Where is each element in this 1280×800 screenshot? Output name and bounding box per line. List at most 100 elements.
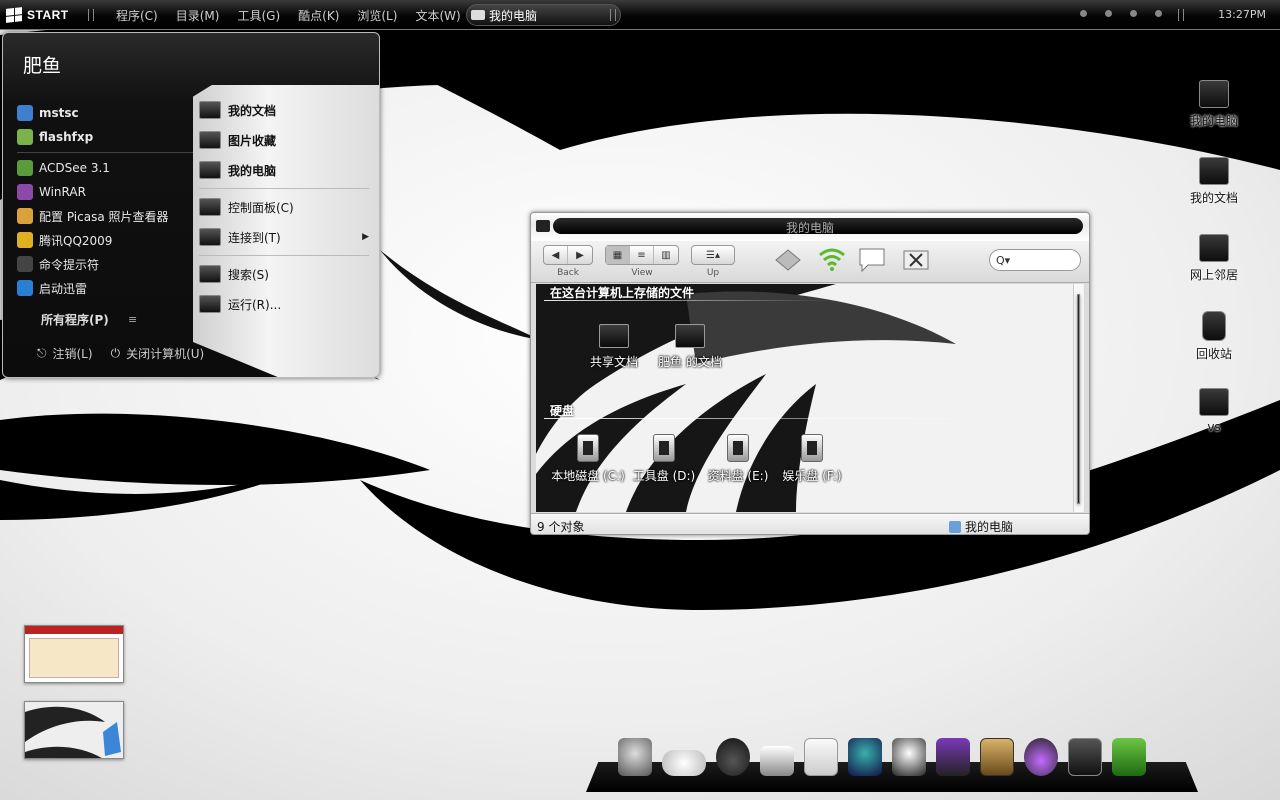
ghost-icon[interactable] — [618, 738, 652, 776]
tray-icon[interactable] — [1105, 10, 1112, 17]
place-connect-to[interactable]: 连接到(T) ▶ — [199, 222, 369, 252]
tag-tool-button[interactable] — [773, 246, 803, 274]
documents-icon — [199, 101, 221, 119]
menu-browse[interactable]: 浏览(L) — [357, 7, 397, 24]
menu-directory[interactable]: 目录(M) — [176, 7, 220, 24]
menu-tools[interactable]: 工具(G) — [237, 7, 280, 24]
start-menu: 肥鱼 mstsc flashfxp ACDSee 3.1 WinRAR 配置 P… — [2, 32, 380, 378]
up-button[interactable]: ☰▴ — [691, 245, 735, 265]
wireless-tool-button[interactable] — [817, 246, 847, 274]
section-divider — [544, 418, 1064, 419]
drive-e[interactable]: 资料盘 (E:) — [698, 434, 778, 484]
logoff-button[interactable]: ⎋ 注销(L) — [37, 345, 93, 362]
start-button[interactable]: START — [6, 4, 69, 26]
menu-programs[interactable]: 程序(C) — [116, 7, 158, 24]
computer-icon — [949, 520, 961, 533]
disk-utility-icon[interactable] — [980, 738, 1014, 776]
program-acdsee[interactable]: ACDSee 3.1 — [17, 156, 193, 180]
shutdown-label: 关闭计算机(U) — [126, 347, 205, 361]
program-label: mstsc — [39, 106, 79, 120]
all-programs-button[interactable]: 所有程序(P) — [41, 311, 109, 328]
vertical-scrollbar[interactable] — [1073, 284, 1083, 512]
desktop-icon-network[interactable]: 网上邻居 — [1174, 234, 1254, 283]
folder-icon — [599, 324, 629, 348]
shutdown-button[interactable]: ⏻ 关闭计算机(U) — [111, 345, 205, 362]
desktop-icon-label: 网上邻居 — [1189, 268, 1238, 282]
column-view-icon[interactable]: ▥ — [654, 246, 678, 264]
cat-icon[interactable] — [1112, 738, 1146, 776]
documents-icon — [1199, 157, 1229, 185]
submenu-arrow-icon: ▶ — [362, 232, 369, 242]
clock[interactable]: 13:27PM — [1218, 8, 1266, 21]
notepad-icon[interactable] — [804, 738, 838, 776]
file-view: 在这台计算机上存储的文件 共享文档 肥鱼 的文档 硬盘 本地磁盘 (C:) 工具… — [536, 284, 1084, 512]
window-thumbnail-desktop[interactable] — [24, 701, 124, 759]
drive-d[interactable]: 工具盘 (D:) — [624, 434, 704, 484]
folder-icon — [1199, 388, 1229, 416]
place-label: 连接到(T) — [228, 230, 281, 245]
recycle-bin-icon — [1202, 311, 1226, 341]
program-thunder[interactable]: 启动迅雷 — [17, 276, 193, 300]
back-arrow-icon[interactable]: ◀ — [544, 246, 568, 264]
place-run[interactable]: 运行(R)... — [199, 289, 369, 319]
package-icon[interactable] — [1068, 738, 1102, 776]
headphones-icon[interactable] — [1024, 738, 1058, 776]
cmd-icon — [17, 256, 33, 272]
desktop-icon-my-documents[interactable]: 我的文档 — [1174, 157, 1254, 206]
window-titlebar[interactable]: 我的电脑 — [531, 213, 1089, 241]
place-search[interactable]: 搜索(S) — [199, 259, 369, 289]
menu-text[interactable]: 文本(W) — [415, 7, 460, 24]
logoff-icon: ⎋ — [37, 346, 47, 360]
toolbar-grip[interactable] — [1178, 9, 1184, 21]
file-label: 肥鱼 的文档 — [658, 355, 722, 369]
program-list: mstsc flashfxp ACDSee 3.1 WinRAR 配置 Pica… — [17, 101, 193, 300]
folder-shared-documents[interactable]: 共享文档 — [574, 324, 654, 370]
program-picasa[interactable]: 配置 Picasa 照片查看器 — [17, 204, 193, 228]
qq-icon[interactable] — [892, 738, 926, 776]
magic-hat-icon[interactable] — [936, 738, 970, 776]
tray-icon[interactable] — [1155, 10, 1162, 17]
sneaker-icon[interactable] — [760, 746, 794, 776]
place-my-computer[interactable]: 我的电脑 — [199, 155, 369, 185]
scrollbar-thumb[interactable] — [1077, 294, 1080, 504]
search-field[interactable]: Q▾ — [989, 249, 1081, 271]
icon-view-icon[interactable]: ▦ — [606, 246, 630, 264]
comment-tool-button[interactable] — [857, 246, 887, 274]
cloud-icon[interactable] — [662, 750, 706, 776]
place-control-panel[interactable]: 控制面板(C) — [199, 192, 369, 222]
place-my-documents[interactable]: 我的文档 — [199, 95, 369, 125]
program-winrar[interactable]: WinRAR — [17, 180, 193, 204]
tag-icon — [775, 249, 801, 271]
tray-icon[interactable] — [1130, 10, 1137, 17]
desktop-icon-my-computer[interactable]: 我的电脑 — [1174, 80, 1254, 129]
forward-arrow-icon[interactable]: ▶ — [568, 246, 592, 264]
program-cmd[interactable]: 命令提示符 — [17, 252, 193, 276]
computer-icon — [1199, 80, 1229, 108]
section-header-stored-files: 在这台计算机上存储的文件 — [550, 286, 695, 300]
qq-icon — [17, 232, 33, 248]
place-my-pictures[interactable]: 图片收藏 — [199, 125, 369, 155]
toolbar-grip[interactable] — [610, 9, 616, 21]
winrar-icon — [17, 184, 33, 200]
tray-icon[interactable] — [1080, 10, 1087, 17]
list-view-icon[interactable]: ≡ — [630, 246, 654, 264]
task-button-my-computer[interactable]: 我的电脑 — [466, 4, 621, 26]
menu-kudian[interactable]: 酷点(K) — [298, 7, 339, 24]
settings-tool-button[interactable] — [901, 246, 931, 274]
hat-icon[interactable] — [716, 738, 750, 776]
program-qq[interactable]: 腾讯QQ2009 — [17, 228, 193, 252]
drive-c[interactable]: 本地磁盘 (C:) — [548, 434, 628, 484]
program-label: 腾讯QQ2009 — [39, 233, 113, 248]
thumbnail-header — [25, 626, 123, 634]
window-thumbnail-browser[interactable] — [24, 625, 124, 683]
program-mstsc[interactable]: mstsc — [17, 101, 193, 125]
toolbar-grip[interactable] — [88, 9, 94, 21]
desktop-icon-recycle-bin[interactable]: 回收站 — [1174, 311, 1254, 362]
system-tray — [1080, 10, 1162, 17]
program-flashfxp[interactable]: flashfxp — [17, 125, 193, 149]
penguin-icon[interactable] — [848, 738, 882, 776]
folder-user-documents[interactable]: 肥鱼 的文档 — [650, 324, 730, 370]
drive-f[interactable]: 娱乐盘 (F:) — [772, 434, 852, 484]
dock-icons — [618, 738, 1146, 776]
desktop-icon-vs-folder[interactable]: vs — [1174, 388, 1254, 434]
